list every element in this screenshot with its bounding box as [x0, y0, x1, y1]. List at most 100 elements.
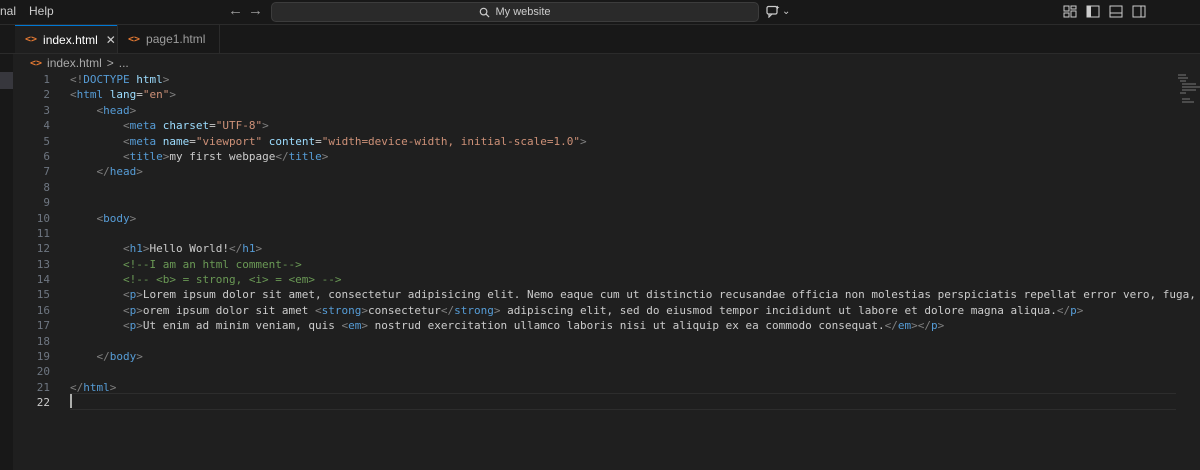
code-line[interactable]: 3 <head>: [14, 103, 1200, 118]
code-token: >: [1076, 303, 1084, 317]
code-token: charset: [162, 119, 210, 133]
code-editor[interactable]: 1 <!DOCTYPE html> 2 <html lang="en"> 3 <head…: [14, 72, 1200, 470]
close-icon[interactable]: ✕: [106, 33, 116, 47]
code-line[interactable]: 9: [14, 195, 1200, 210]
code-line[interactable]: 18: [14, 334, 1200, 349]
code-line[interactable]: 13 <!--I am an html comment-->: [14, 257, 1200, 272]
customize-layout-icon[interactable]: [1063, 5, 1077, 18]
line-number: 14: [36, 273, 50, 287]
line-number: 8: [43, 180, 50, 194]
code-line[interactable]: 12 <h1>Hello World!</h1>: [14, 241, 1200, 256]
search-icon: [480, 7, 490, 18]
code-token: =: [209, 119, 216, 133]
code-line[interactable]: 11: [14, 226, 1200, 241]
code-token: <: [122, 288, 130, 302]
code-token: =: [189, 134, 196, 148]
code-line[interactable]: 19 </body>: [14, 349, 1200, 364]
code-token: ></: [911, 319, 931, 333]
chevron-down-icon: ⌄: [782, 6, 791, 17]
forward-arrow-icon[interactable]: →: [248, 2, 263, 19]
code-token: "viewport": [195, 134, 263, 148]
code-line[interactable]: 16 <p>orem ipsum dolor sit amet <strong>…: [14, 303, 1200, 318]
code-token: </: [275, 149, 289, 163]
code-token: >: [255, 242, 263, 256]
code-text: <html lang="en">: [70, 87, 176, 102]
code-line[interactable]: 6 <title>my first webpage</title>: [14, 149, 1200, 164]
code-line[interactable]: 20: [14, 364, 1200, 379]
code-token: html: [76, 88, 104, 102]
code-text: <h1>Hello World!</h1>: [70, 241, 262, 256]
code-text: <!DOCTYPE html>: [70, 72, 169, 87]
code-line[interactable]: 14 <!-- <b> = strong, <i> = <em> -->: [14, 272, 1200, 287]
menu-item-terminal[interactable]: nal: [0, 4, 16, 18]
line-number: 10: [36, 211, 50, 225]
code-token: >: [109, 380, 117, 394]
menu-item-help[interactable]: Help: [29, 4, 54, 18]
code-line[interactable]: 21 </html>: [14, 380, 1200, 395]
code-token: >: [136, 165, 143, 179]
code-token: >: [321, 149, 329, 163]
code-token: <: [122, 319, 130, 333]
back-arrow-icon[interactable]: ←: [228, 2, 243, 19]
code-token: em: [897, 319, 912, 333]
code-token: "width=device-width, initial-scale=1.0": [321, 134, 580, 148]
code-line[interactable]: 1 <!DOCTYPE html>: [14, 72, 1200, 87]
code-text: <p>Ut enim ad minim veniam, quis <em> no…: [70, 318, 944, 333]
toggle-primary-sidebar-icon[interactable]: [1086, 5, 1100, 18]
toggle-panel-icon[interactable]: [1109, 5, 1123, 18]
code-token: h1: [242, 242, 256, 256]
code-token: =: [136, 88, 143, 102]
copilot-button[interactable]: ⌄: [766, 5, 790, 18]
line-number: 15: [36, 288, 50, 302]
code-line[interactable]: 4 <meta charset="UTF-8">: [14, 118, 1200, 133]
html-file-icon: <>: [128, 33, 141, 45]
line-number: 7: [43, 165, 50, 179]
code-token: =: [315, 134, 322, 148]
breadcrumb-file[interactable]: index.html: [47, 56, 102, 70]
line-number: 12: [36, 242, 50, 256]
code-line[interactable]: 15 <p>Lorem ipsum dolor sit amet, consec…: [14, 287, 1200, 302]
minimap[interactable]: [1176, 72, 1200, 112]
line-number: 19: [36, 350, 50, 364]
code-token: </: [96, 165, 110, 179]
line-number: 6: [43, 149, 50, 163]
code-token: em: [348, 319, 362, 333]
code-line[interactable]: 8: [14, 180, 1200, 195]
tab-index-html[interactable]: <> index.html ✕: [15, 25, 118, 53]
code-text: </body>: [70, 349, 143, 364]
code-token: meta: [129, 119, 157, 133]
code-token: title: [288, 149, 322, 163]
code-token: >: [136, 303, 143, 317]
command-center-search[interactable]: My website: [271, 2, 759, 22]
code-line[interactable]: 10 <body>: [14, 211, 1200, 226]
code-line[interactable]: 2 <html lang="en">: [14, 87, 1200, 102]
code-line[interactable]: 17 <p>Ut enim ad minim veniam, quis <em>…: [14, 318, 1200, 333]
tab-page1-html[interactable]: <> page1.html: [117, 25, 220, 53]
html-file-icon: <>: [25, 34, 38, 45]
code-line[interactable]: 5 <meta name="viewport" content="width=d…: [14, 134, 1200, 149]
code-line[interactable]: 7 </head>: [14, 164, 1200, 179]
code-text: </html>: [70, 380, 116, 395]
code-token: >: [262, 119, 269, 133]
code-line[interactable]: 22: [14, 395, 1200, 410]
code-token: >: [162, 73, 170, 86]
code-token: >: [493, 303, 501, 317]
line-number: 5: [43, 134, 50, 148]
code-token: p: [1070, 303, 1077, 317]
code-token: <!: [70, 73, 84, 86]
code-token: </: [96, 350, 110, 364]
code-token: head: [103, 103, 130, 117]
code-token: <: [122, 119, 130, 133]
line-number: 11: [36, 226, 50, 240]
breadcrumb-symbols[interactable]: ...: [119, 56, 129, 70]
toggle-secondary-sidebar-icon[interactable]: [1132, 5, 1146, 18]
breadcrumb: <> index.html > ...: [30, 54, 129, 72]
code-text: <p>Lorem ipsum dolor sit amet, consectet…: [70, 287, 1200, 302]
